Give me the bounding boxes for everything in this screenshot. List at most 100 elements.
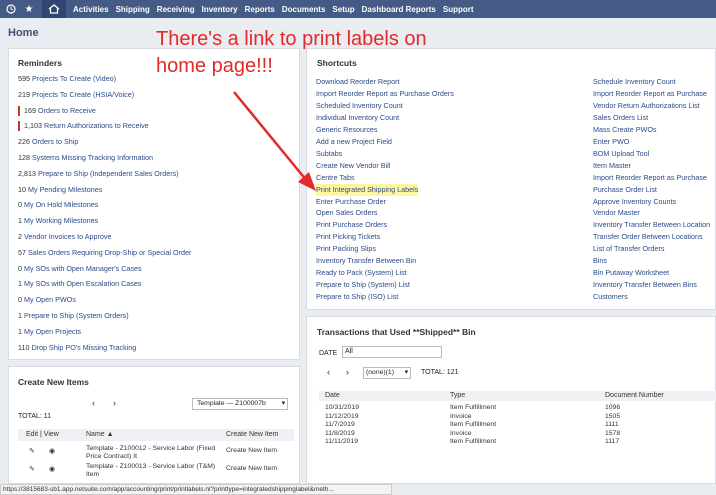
shortcut-link[interactable]: List of Transfer Orders — [593, 243, 665, 255]
reminder-item[interactable]: 1,103 Return Authorizations to Receive — [18, 120, 149, 132]
reminder-item[interactable]: 1 My Open Projects — [18, 326, 81, 338]
shortcut-link[interactable]: BOM Upload Tool — [593, 148, 649, 160]
reminder-label[interactable]: My SOs with Open Escalation Cases — [24, 279, 141, 288]
reminder-item[interactable]: 1 Prepare to Ship (System Orders) — [18, 310, 129, 322]
shortcut-link[interactable]: Prepare to Ship (ISO) List — [316, 291, 398, 303]
reminder-label[interactable]: Orders to Ship — [32, 137, 78, 146]
date-filter-input[interactable]: All — [342, 346, 442, 358]
next-arrow-icon[interactable]: › — [113, 398, 116, 408]
reminder-item[interactable]: 0 My Open PWOs — [18, 294, 76, 306]
prev-arrow-icon[interactable]: ‹ — [327, 367, 330, 377]
tx-doc-number[interactable]: 1505 — [605, 413, 620, 420]
tx-doc-number[interactable]: 1096 — [605, 404, 620, 411]
reminder-label[interactable]: My Open PWOs — [24, 295, 76, 304]
nav-item-support[interactable]: Support — [443, 5, 474, 14]
nav-item-shipping[interactable]: Shipping — [116, 5, 150, 14]
reminder-item[interactable]: 2,813 Prepare to Ship (Independent Sales… — [18, 168, 179, 180]
reminder-item[interactable]: 128 Systems Missing Tracking Information — [18, 152, 153, 164]
shortcut-link[interactable]: Create New Vendor Bill — [316, 160, 390, 172]
shortcut-link[interactable]: Mass Create PWOs — [593, 124, 657, 136]
reminder-label[interactable]: My On Hold Milestones — [24, 200, 98, 209]
page-select[interactable]: (none)(1) ▾ — [363, 367, 411, 379]
shortcut-link[interactable]: Print Purchase Orders — [316, 219, 387, 231]
prev-arrow-icon[interactable]: ‹ — [92, 398, 95, 408]
nav-item-receiving[interactable]: Receiving — [157, 5, 195, 14]
reminder-item[interactable]: 110 Drop Ship PO's Missing Tracking — [18, 342, 136, 354]
shortcut-link[interactable]: Ready to Pack (System) List — [316, 267, 407, 279]
create-new-item-link[interactable]: Create New Item — [226, 465, 277, 472]
edit-pencil-icon[interactable]: ✎ — [29, 447, 35, 455]
reminder-item[interactable]: 2 Vendor Invoices to Approve — [18, 231, 112, 243]
recent-icon[interactable] — [2, 0, 20, 18]
nav-item-setup[interactable]: Setup — [332, 5, 354, 14]
col-name[interactable]: Name ▲ — [86, 431, 114, 438]
reminder-label[interactable]: Drop Ship PO's Missing Tracking — [31, 343, 136, 352]
reminder-label[interactable]: My Working Milestones — [24, 216, 98, 225]
shortcut-link[interactable]: Inventory Transfer Between Bins — [593, 279, 697, 291]
reminder-item[interactable]: 226 Orders to Ship — [18, 136, 78, 148]
tx-doc-number[interactable]: 1111 — [605, 421, 619, 428]
nav-item-reports[interactable]: Reports — [245, 5, 275, 14]
shortcut-link[interactable]: Sales Orders List — [593, 112, 648, 124]
reminder-label[interactable]: Sales Orders Requiring Drop-Ship or Spec… — [28, 248, 191, 257]
shortcut-link[interactable]: Inventory Transfer Between Location — [593, 219, 710, 231]
reminder-label[interactable]: Orders to Receive — [38, 106, 96, 115]
nav-item-inventory[interactable]: Inventory — [202, 5, 238, 14]
shortcut-link[interactable]: Import Reorder Report as Purchase — [593, 172, 707, 184]
shortcut-link[interactable]: Vendor Master — [593, 207, 640, 219]
reminder-item[interactable]: 1 My SOs with Open Escalation Cases — [18, 278, 141, 290]
view-eye-icon[interactable]: ◉ — [49, 447, 55, 455]
reminder-label[interactable]: Projects To Create (Video) — [32, 74, 116, 83]
reminder-label[interactable]: My SOs with Open Manager's Cases — [24, 264, 142, 273]
view-eye-icon[interactable]: ◉ — [49, 465, 55, 473]
shortcut-link[interactable]: Bin Putaway Worksheet — [593, 267, 669, 279]
shortcut-link[interactable]: Prepare to Ship (System) List — [316, 279, 410, 291]
shortcut-link[interactable]: Centre Tabs — [316, 172, 355, 184]
shortcut-link[interactable]: Enter PWO — [593, 136, 629, 148]
edit-pencil-icon[interactable]: ✎ — [29, 465, 35, 473]
template-select[interactable]: Template — Z100007b ▾ — [192, 398, 288, 410]
reminder-label[interactable]: My Open Projects — [24, 327, 81, 336]
reminder-item[interactable]: 0 My SOs with Open Manager's Cases — [18, 263, 142, 275]
shortcut-link[interactable]: Add a new Project Field — [316, 136, 392, 148]
shortcut-link[interactable]: Import Reorder Report as Purchase Orders — [316, 88, 454, 100]
reminder-label[interactable]: Vendor Invoices to Approve — [24, 232, 112, 241]
shortcut-link[interactable]: Subtabs — [316, 148, 342, 160]
create-new-item-link[interactable]: Create New Item — [226, 447, 277, 454]
shortcut-link[interactable]: Vendor Return Authorizations List — [593, 100, 700, 112]
shortcut-link[interactable]: Print Packing Slips — [316, 243, 376, 255]
reminder-item[interactable]: 57 Sales Orders Requiring Drop-Ship or S… — [18, 247, 191, 259]
home-tab[interactable] — [42, 0, 66, 18]
nav-item-documents[interactable]: Documents — [282, 5, 326, 14]
reminder-item[interactable]: 595 Projects To Create (Video) — [18, 73, 116, 85]
shortcut-link[interactable]: Individual Inventory Count — [316, 112, 399, 124]
reminder-label[interactable]: Systems Missing Tracking Information — [32, 153, 153, 162]
shortcut-link[interactable]: Print Integrated Shipping Labels — [316, 183, 419, 196]
shortcut-link[interactable]: Generic Resources — [316, 124, 378, 136]
reminder-item[interactable]: 10 My Pending Milestones — [18, 184, 102, 196]
shortcut-link[interactable]: Download Reorder Report — [316, 76, 400, 88]
shortcut-link[interactable]: Transfer Order Between Locations — [593, 231, 703, 243]
favorites-star-icon[interactable]: ★ — [20, 0, 38, 18]
next-arrow-icon[interactable]: › — [346, 367, 349, 377]
reminder-item[interactable]: 219 Projects To Create (HSIA/Voice) — [18, 89, 134, 101]
shortcut-link[interactable]: Inventory Transfer Between Bin — [316, 255, 416, 267]
tx-doc-number[interactable]: 1578 — [605, 430, 620, 437]
shortcut-link[interactable]: Import Reorder Report as Purchase — [593, 88, 707, 100]
nav-item-activities[interactable]: Activities — [73, 5, 109, 14]
shortcut-link[interactable]: Enter Purchase Order — [316, 196, 386, 208]
reminder-label[interactable]: Projects To Create (HSIA/Voice) — [32, 90, 134, 99]
shortcut-link[interactable]: Purchase Order List — [593, 184, 657, 196]
tx-doc-number[interactable]: 1117 — [605, 438, 619, 445]
shortcut-link[interactable]: Open Sales Orders — [316, 207, 378, 219]
reminder-item[interactable]: 0 My On Hold Milestones — [18, 199, 98, 211]
reminder-label[interactable]: Prepare to Ship (Independent Sales Order… — [38, 169, 179, 178]
reminder-item[interactable]: 1 My Working Milestones — [18, 215, 98, 227]
reminder-item[interactable]: 169 Orders to Receive — [18, 105, 96, 117]
reminder-label[interactable]: Prepare to Ship (System Orders) — [24, 311, 129, 320]
reminder-label[interactable]: My Pending Milestones — [28, 185, 102, 194]
shortcut-link[interactable]: Scheduled Inventory Count — [316, 100, 403, 112]
shortcut-link[interactable]: Bins — [593, 255, 607, 267]
shortcut-link[interactable]: Approve Inventory Counts — [593, 196, 676, 208]
shortcut-link[interactable]: Item Master — [593, 160, 631, 172]
